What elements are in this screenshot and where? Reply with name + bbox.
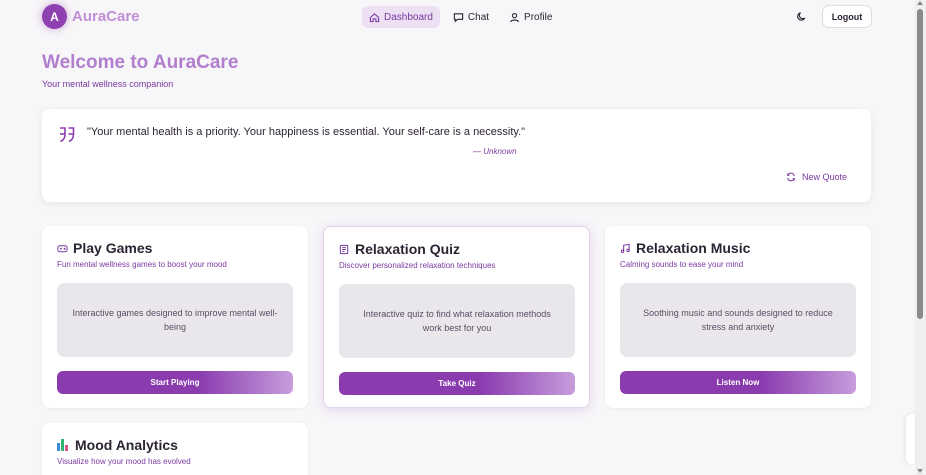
logout-button[interactable]: Logout — [822, 5, 872, 28]
card-description: Interactive quiz to find what relaxation… — [339, 284, 575, 358]
card-subtitle: Fun mental wellness games to boost your … — [57, 260, 227, 269]
nav-links: Dashboard Chat Profile — [362, 6, 559, 28]
start-playing-button[interactable]: Start Playing — [57, 371, 293, 394]
nav-chat[interactable]: Chat — [446, 6, 496, 28]
card-description: Interactive games designed to improve me… — [57, 283, 293, 357]
quiz-icon — [339, 244, 349, 254]
card-subtitle: Visualize how your mood has evolved — [57, 457, 191, 466]
new-quote-label: New Quote — [802, 172, 848, 182]
card-title: Play Games — [73, 240, 153, 256]
listen-now-button[interactable]: Listen Now — [620, 371, 856, 394]
card-title: Relaxation Music — [636, 240, 751, 256]
scroll-thumb[interactable] — [917, 9, 923, 319]
scroll-up-arrow-icon[interactable] — [917, 1, 923, 5]
quote-author: — Unknown — [473, 147, 517, 156]
nav-profile-label: Profile — [524, 11, 553, 23]
nav-dashboard[interactable]: Dashboard — [362, 6, 440, 28]
quote-card: "Your mental health is a priority. Your … — [42, 109, 871, 202]
nav-profile[interactable]: Profile — [502, 6, 559, 28]
brand-avatar: A — [42, 4, 67, 29]
relaxation-quiz-card: Relaxation Quiz Discover personalized re… — [323, 226, 590, 408]
quote-text: "Your mental health is a priority. Your … — [87, 126, 526, 138]
page-subtitle: Your mental wellness companion — [42, 79, 174, 89]
card-title: Mood Analytics — [75, 437, 178, 453]
card-subtitle: Calming sounds to ease your mind — [620, 260, 744, 269]
card-description: Soothing music and sounds designed to re… — [620, 283, 856, 357]
user-icon — [510, 12, 519, 22]
card-header: Relaxation Quiz — [339, 241, 460, 257]
top-nav: A AuraCare Dashboard Chat Profile Logout — [0, 0, 915, 34]
gamepad-icon — [57, 244, 68, 252]
card-title: Relaxation Quiz — [355, 241, 461, 257]
music-icon — [620, 243, 630, 253]
play-games-card: Play Games Fun mental wellness games to … — [42, 226, 308, 408]
brand[interactable]: A AuraCare — [42, 4, 140, 29]
nav-dashboard-label: Dashboard — [384, 11, 433, 23]
card-header: Relaxation Music — [620, 240, 750, 256]
home-icon — [369, 12, 380, 22]
card-subtitle: Discover personalized relaxation techniq… — [339, 261, 496, 270]
refresh-icon — [787, 172, 795, 182]
quote-icon — [60, 127, 75, 143]
new-quote-button[interactable]: New Quote — [786, 172, 847, 182]
moon-icon[interactable] — [796, 11, 807, 22]
brand-name: AuraCare — [72, 8, 140, 25]
nav-chat-label: Chat — [467, 11, 490, 23]
page-title: Welcome to AuraCare — [42, 52, 239, 73]
card-header: Mood Analytics — [57, 437, 178, 453]
side-widget-tab[interactable] — [906, 414, 915, 464]
page-scrollbar[interactable] — [915, 0, 926, 475]
card-header: Play Games — [57, 240, 152, 256]
chat-icon — [453, 12, 464, 23]
mood-analytics-card: Mood Analytics Visualize how your mood h… — [42, 423, 308, 475]
bar-chart-icon — [57, 439, 70, 451]
scroll-down-arrow-icon[interactable] — [917, 469, 923, 473]
relaxation-music-card: Relaxation Music Calming sounds to ease … — [605, 226, 871, 408]
take-quiz-button[interactable]: Take Quiz — [339, 372, 575, 395]
